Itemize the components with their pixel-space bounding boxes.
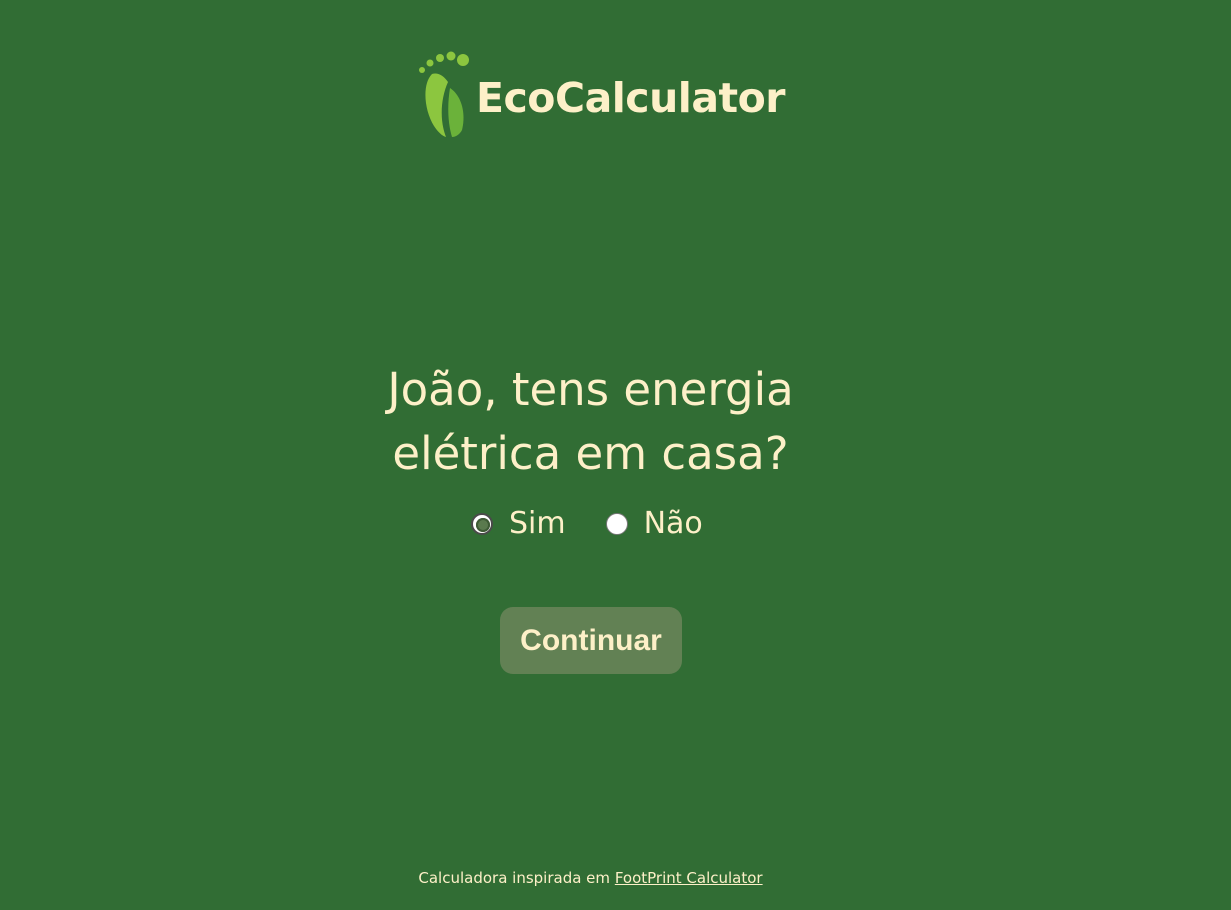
- option-sim[interactable]: Sim: [471, 506, 566, 541]
- continue-button[interactable]: Continuar: [500, 607, 682, 674]
- footer: Calculadora inspirada em FootPrint Calcu…: [0, 869, 1181, 887]
- question-line-1: João, tens energia: [387, 363, 794, 416]
- footer-text: Calculadora inspirada em: [418, 869, 611, 887]
- page: EcoCalculator João, tens energia elétric…: [0, 0, 1231, 910]
- brand-header: EcoCalculator: [418, 48, 786, 140]
- question-heading: João, tens energia elétrica em casa?: [0, 358, 1181, 486]
- footprint-calculator-link[interactable]: FootPrint Calculator: [615, 869, 763, 887]
- option-sim-label: Sim: [509, 506, 566, 541]
- question-line-2: elétrica em casa?: [392, 427, 789, 480]
- radio-nao[interactable]: [605, 512, 628, 535]
- answer-options: Sim Não: [471, 506, 703, 541]
- footprint-leaf-icon: [419, 51, 469, 137]
- brand-name: EcoCalculator: [476, 74, 786, 122]
- radio-sim[interactable]: [471, 512, 493, 535]
- option-nao-label: Não: [643, 506, 703, 541]
- option-nao[interactable]: Não: [605, 506, 703, 541]
